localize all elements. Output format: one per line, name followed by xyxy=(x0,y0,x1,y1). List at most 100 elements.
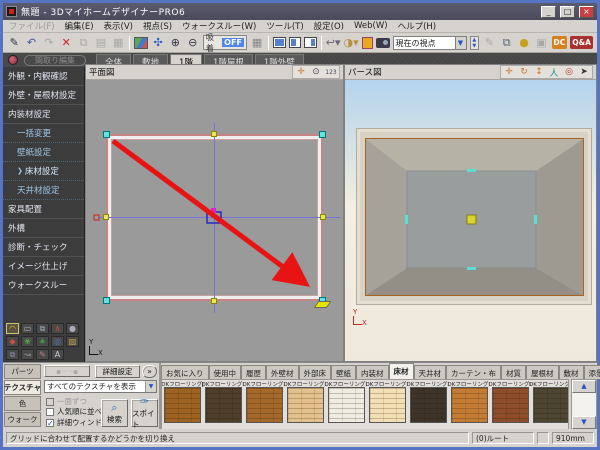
curve-icon[interactable]: ↝ xyxy=(21,349,34,360)
mtab-favorites[interactable]: お気に入り xyxy=(161,365,209,379)
floor-handle-center[interactable] xyxy=(467,215,476,224)
sidebar-item-exterior-check[interactable]: 外観・内観確認 xyxy=(3,67,84,86)
qa-badge[interactable]: Q&A xyxy=(570,36,593,49)
cube-icon[interactable]: ◆ xyxy=(6,336,19,347)
roof-icon[interactable]: ∧ xyxy=(51,323,64,334)
lamp-icon[interactable]: ◠ xyxy=(6,323,19,334)
menu-settings[interactable]: 設定(O) xyxy=(314,20,344,32)
floor-handle-bottom[interactable] xyxy=(467,267,476,270)
swatch-item[interactable]: DKフローリングL xyxy=(327,380,366,429)
pan-icon[interactable]: ✛ xyxy=(502,66,516,78)
window-icon[interactable]: ▭ xyxy=(21,323,34,334)
swatch-item[interactable]: DKフローリングL xyxy=(450,380,489,429)
mtab-in-use[interactable]: 使用中 xyxy=(209,365,242,379)
swatch-texture[interactable] xyxy=(492,387,529,423)
sidebar-item-wall-roof[interactable]: 外壁・屋根材設定 xyxy=(3,86,84,105)
mtab-exterior-wall[interactable]: 外壁材 xyxy=(266,365,299,379)
mtab-history[interactable]: 履歴 xyxy=(241,365,266,379)
scroll-track[interactable] xyxy=(572,393,596,416)
swatch-item[interactable]: DKフローリングL xyxy=(204,380,243,429)
fit-view-icon[interactable]: ✣ xyxy=(151,35,165,50)
plan-view-title-bar[interactable]: 平面図 ✛ ⊙ 123 xyxy=(86,65,343,80)
sidebar-item-flooring[interactable]: ❯床材設定 xyxy=(3,162,84,181)
room-3d-exterior[interactable] xyxy=(356,128,592,305)
sidebar-item-diagnosis[interactable]: 診断・チェック xyxy=(3,238,84,257)
light-icon[interactable]: ● xyxy=(517,35,531,50)
torus-icon[interactable]: ◎ xyxy=(51,336,64,347)
tab-walk[interactable]: ウォーク xyxy=(4,412,41,427)
mtab-mat[interactable]: 敷材 xyxy=(559,365,584,379)
sidebar-item-walkthrough[interactable]: ウォークスルー xyxy=(3,276,84,295)
maximize-button[interactable]: □ xyxy=(560,6,575,18)
menu-edit[interactable]: 編集(E) xyxy=(65,20,94,32)
return-view-icon[interactable]: ↩▾ xyxy=(326,35,341,50)
swatch-texture[interactable] xyxy=(205,387,242,423)
corner-handle-bl[interactable] xyxy=(103,297,110,304)
orbit-icon[interactable]: ↻ xyxy=(517,66,531,78)
swatch-texture[interactable] xyxy=(410,387,447,423)
close-button[interactable]: × xyxy=(579,6,594,18)
corner-handle-tr[interactable] xyxy=(319,131,326,138)
mtab-roof[interactable]: 屋根材 xyxy=(526,365,559,379)
sidebar-item-wallpaper[interactable]: 壁紙設定 xyxy=(3,143,84,162)
swatch-item[interactable]: DKフローリングL xyxy=(409,380,448,429)
swatch-texture[interactable] xyxy=(287,387,324,423)
menu-viewpoint[interactable]: 視点(S) xyxy=(143,20,172,32)
print-icon[interactable]: ▦ xyxy=(111,35,125,50)
sidebar-item-exterior-structure[interactable]: 外構 xyxy=(3,219,84,238)
menu-view[interactable]: 表示(V) xyxy=(104,20,133,32)
swatch-texture[interactable] xyxy=(533,387,569,423)
sidebar-item-image-finish[interactable]: イメージ仕上げ xyxy=(3,257,84,276)
dolly-icon[interactable]: ↕ xyxy=(532,66,546,78)
text-3d-icon[interactable]: A xyxy=(51,349,64,360)
camera-icon[interactable] xyxy=(376,38,389,48)
zoom-in-icon[interactable]: ⊕ xyxy=(168,35,182,50)
detail-settings-button[interactable]: 詳細設定 xyxy=(95,365,140,378)
mid-handle-bottom[interactable] xyxy=(211,298,217,304)
mid-handle-top[interactable] xyxy=(211,131,217,137)
swatch-item[interactable]: DKフローリングN xyxy=(532,380,569,429)
menu-walkthrough[interactable]: ウォークスルー(W) xyxy=(182,20,256,32)
sidebar-item-interior[interactable]: 内装材設定 xyxy=(3,105,84,124)
swatch-texture[interactable] xyxy=(369,387,406,423)
layout-split-right-icon[interactable] xyxy=(304,37,317,48)
snap-toggle-button[interactable]: 吸着 OFF xyxy=(203,35,247,50)
viewpoint-spinner[interactable]: ▲▼ xyxy=(470,36,480,50)
delete-icon[interactable]: ✕ xyxy=(59,35,73,50)
grid-icon[interactable]: ▦ xyxy=(250,35,264,50)
layout-single-icon[interactable] xyxy=(273,37,286,48)
menu-file[interactable]: ファイル(F) xyxy=(9,20,55,32)
save-icon[interactable]: ▤ xyxy=(94,35,108,50)
search-button[interactable]: ⌕検索 xyxy=(101,399,128,427)
zoom-out-icon[interactable]: ⊖ xyxy=(186,35,200,50)
madori-edit-button[interactable]: 間取り編集 xyxy=(24,55,86,66)
floor-handle-top[interactable] xyxy=(467,169,476,172)
picture-icon[interactable]: ▨ xyxy=(66,336,79,347)
chevron-down-icon[interactable]: ▼ xyxy=(455,36,467,50)
copy-icon[interactable]: ⧉ xyxy=(76,35,90,50)
scroll-down-icon[interactable]: ▼ xyxy=(572,416,596,429)
draw-icon[interactable]: ✎ xyxy=(7,35,21,50)
tab-parts[interactable]: パーツ xyxy=(4,364,41,379)
status-grid-toggle[interactable] xyxy=(537,432,549,444)
texture-filter-select[interactable]: すべてのテクスチャを表示 ▼ xyxy=(44,380,157,393)
material-box-icon[interactable] xyxy=(362,37,374,49)
swatch-scrollbar[interactable]: ▲ ▼ xyxy=(571,379,597,430)
chevron-down-icon[interactable]: ▼ xyxy=(145,381,156,392)
camera-preset-icon[interactable]: 123 xyxy=(324,66,338,78)
mtab-curtain[interactable]: カーテン・布 xyxy=(446,365,501,379)
sidebar-item-batch-change[interactable]: 一括変更 xyxy=(3,124,84,143)
dc-badge[interactable]: DC xyxy=(552,36,568,49)
swatch-item[interactable]: DKフローリングL xyxy=(491,380,530,429)
image-quality-icon[interactable] xyxy=(134,37,147,49)
plan-canvas[interactable]: Y X xyxy=(86,80,343,361)
swatch-item[interactable]: DKフローリングL xyxy=(286,380,325,429)
mtab-material[interactable]: 材質 xyxy=(501,365,526,379)
swatch-item[interactable]: DKフローリングJ xyxy=(163,380,202,429)
detail-window-checkbox[interactable]: ✓詳細ウィンドウ xyxy=(46,417,110,428)
page-copy-icon[interactable]: ⧉ xyxy=(6,349,19,360)
helper-icon[interactable]: ▣ xyxy=(534,35,548,50)
cascade-windows-icon[interactable]: ⧉ xyxy=(36,323,49,334)
plant-icon[interactable]: ❀ xyxy=(21,336,34,347)
expand-button[interactable]: » xyxy=(142,365,157,378)
